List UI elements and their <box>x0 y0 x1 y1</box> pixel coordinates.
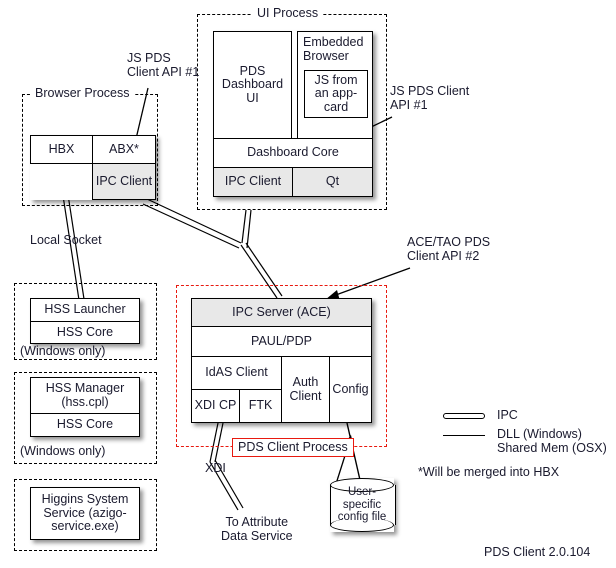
ipc-wire-ui-to-server <box>241 209 252 249</box>
dashboard-core-label: Dashboard Core <box>247 145 339 160</box>
paul-pdp-box[interactable]: PAUL/PDP <box>191 326 372 357</box>
config-label: Config <box>332 381 369 396</box>
higgins-service-components: Higgins System Service (azigo- service.e… <box>30 487 140 540</box>
abx-label: ABX* <box>109 141 139 156</box>
ui-components: PDS Dashboard UI Embedded Browser JS fro… <box>213 31 373 197</box>
config-box[interactable]: Config <box>329 356 372 423</box>
ftk-label: FTK <box>248 398 273 413</box>
auth-client-box[interactable]: Auth Client <box>281 356 330 423</box>
ftk-box[interactable]: FTK <box>239 389 282 423</box>
paul-pdp-label: PAUL/PDP <box>251 333 312 348</box>
browser-ipc-client-label: IPC Client <box>95 173 153 188</box>
annotation-local-socket: Local Socket <box>30 233 102 247</box>
hss-manager-label: HSS Manager (hss.cpl) <box>45 381 125 409</box>
hss-manager-core-box[interactable]: HSS Core <box>30 413 140 437</box>
ui-process-title: UI Process <box>252 7 324 20</box>
annotation-js-pds-client-api-right: JS PDS Client API #1 <box>390 84 470 112</box>
user-config-file-label: User- specific config file <box>337 486 387 524</box>
diagram-canvas: Browser Process HBX ABX* IPC Client UI P… <box>0 0 616 568</box>
idas-client-label: IdAS Client <box>205 365 268 380</box>
hss-manager-components: HSS Manager (hss.cpl) HSS Core <box>30 377 140 437</box>
qt-box[interactable]: Qt <box>292 167 373 197</box>
version-label: PDS Client 2.0.104 <box>484 545 591 559</box>
legend-dll-label: DLL (Windows) Shared Mem (OSX) <box>497 427 607 455</box>
footnote-hbx-merge: *Will be merged into HBX <box>418 465 560 479</box>
hss-launcher-platform-note: (Windows only) <box>20 344 106 358</box>
annotation-ace-tao-pds-client-api: ACE/TAO PDS Client API #2 <box>407 235 491 263</box>
embedded-browser-label: Embedded Browser <box>303 35 364 63</box>
annotation-xdi: XDI <box>205 461 226 475</box>
higgins-system-service-box[interactable]: Higgins System Service (azigo- service.e… <box>30 487 140 540</box>
user-config-file-datastore[interactable]: User- specific config file <box>330 478 396 532</box>
browser-process-title: Browser Process <box>30 87 135 100</box>
js-app-card-label: JS from an app- card <box>314 72 358 114</box>
hss-launcher-box[interactable]: HSS Launcher <box>30 298 140 322</box>
abx-box[interactable]: ABX* <box>92 135 156 164</box>
auth-client-label: Auth Client <box>289 375 322 403</box>
legend-ipc-label: IPC <box>497 408 518 422</box>
js-app-card-box[interactable]: JS from an app- card <box>304 70 368 118</box>
qt-label: Qt <box>325 174 340 189</box>
ipc-server-box[interactable]: IPC Server (ACE) <box>191 298 372 327</box>
xdi-cp-box[interactable]: XDI CP <box>191 389 240 423</box>
browser-components: HBX ABX* IPC Client <box>30 135 156 200</box>
annotation-to-attribute-data-service: To Attribute Data Service <box>221 515 293 543</box>
legend-ipc-symbol <box>443 413 485 419</box>
hss-launcher-components: HSS Launcher HSS Core <box>30 298 140 344</box>
hss-manager-box[interactable]: HSS Manager (hss.cpl) <box>30 377 140 414</box>
browser-ipc-client-box[interactable]: IPC Client <box>92 163 156 200</box>
higgins-system-service-label: Higgins System Service (azigo- service.e… <box>41 492 129 534</box>
hbx-box[interactable]: HBX <box>30 135 93 164</box>
hss-manager-platform-note: (Windows only) <box>20 444 106 458</box>
ipc-server-label: IPC Server (ACE) <box>232 304 331 319</box>
xdi-cp-label: XDI CP <box>194 398 237 413</box>
hbx-label: HBX <box>48 141 75 156</box>
pds-client-components: IPC Server (ACE) PAUL/PDP IdAS Client XD… <box>191 298 372 423</box>
ui-ipc-client-box[interactable]: IPC Client <box>213 167 293 197</box>
annotation-js-pds-client-api-left: JS PDS Client API #1 <box>127 51 200 79</box>
hss-launcher-core-label: HSS Core <box>56 324 114 339</box>
hss-launcher-label: HSS Launcher <box>44 302 126 317</box>
legend-dll-symbol <box>443 435 485 436</box>
dashboard-core-box[interactable]: Dashboard Core <box>213 138 373 168</box>
hss-manager-core-label: HSS Core <box>56 417 114 432</box>
pds-dashboard-ui-box[interactable]: PDS Dashboard UI <box>213 31 292 139</box>
hss-launcher-core-box[interactable]: HSS Core <box>30 321 140 344</box>
pds-client-process-title: PDS Client Process <box>232 438 354 457</box>
legend: IPC DLL (Windows) Shared Mem (OSX) <box>440 405 610 465</box>
pds-dashboard-ui-label: PDS Dashboard UI <box>221 63 284 105</box>
ui-ipc-client-label: IPC Client <box>224 174 282 189</box>
idas-client-box[interactable]: IdAS Client <box>191 356 282 390</box>
